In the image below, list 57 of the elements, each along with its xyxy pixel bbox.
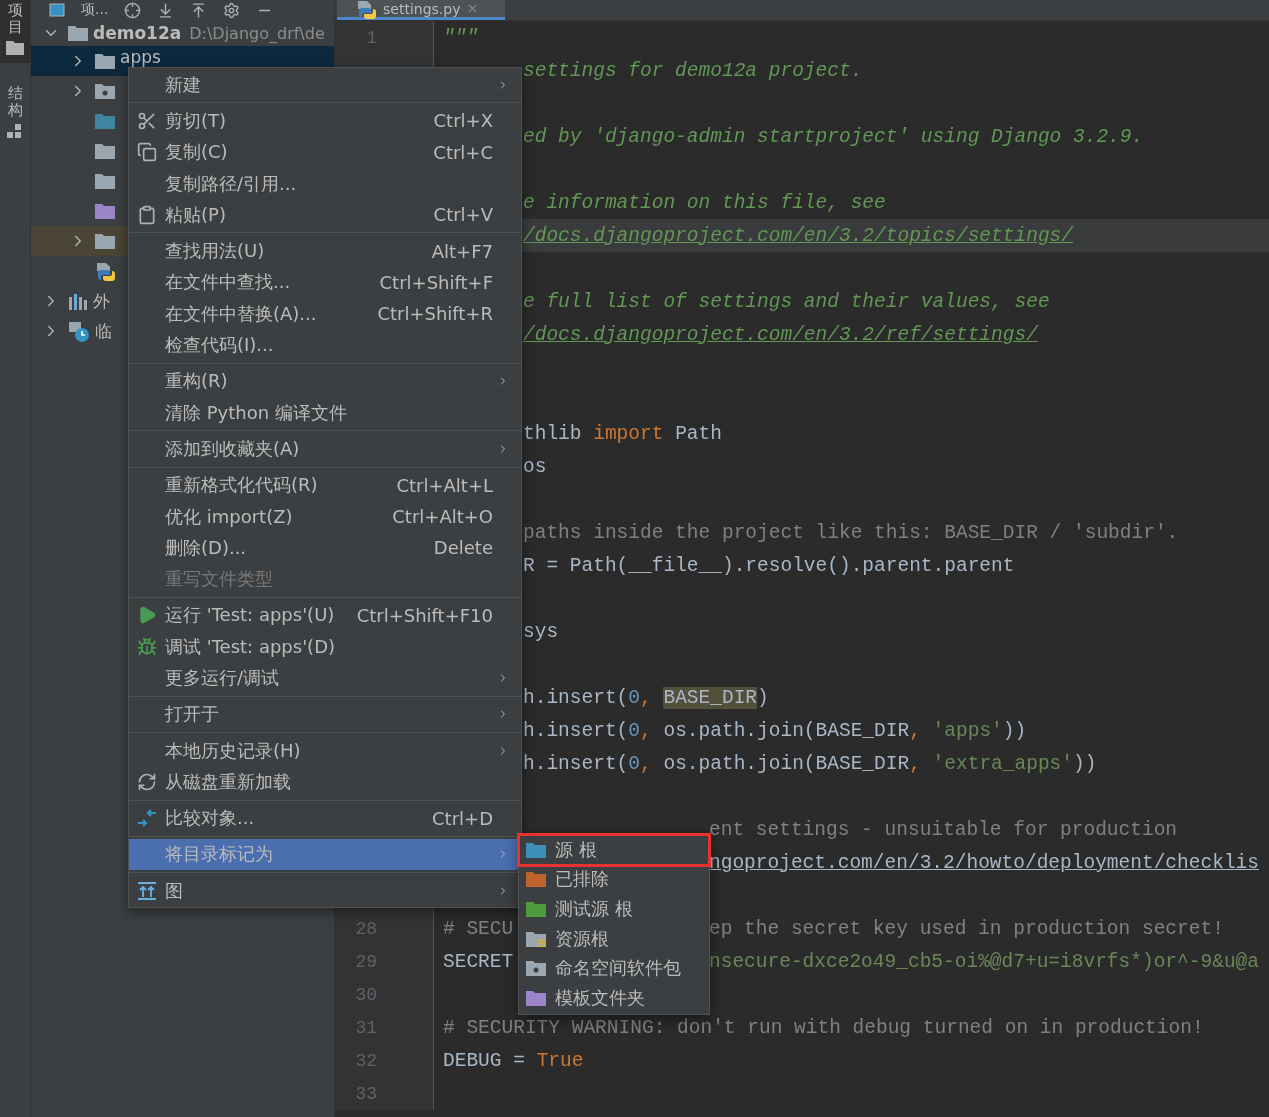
code-token: 0 [628, 719, 641, 742]
code-token: Path [674, 422, 722, 445]
shortcut-text: Ctrl+X [433, 110, 493, 132]
code-token: """ [443, 26, 479, 49]
code-token: os [523, 455, 547, 478]
tree-label: apps [120, 46, 161, 66]
code-token: thlib [523, 422, 583, 445]
code-token: os.path.join(BASE_DIR [663, 719, 910, 742]
code-token: 'apps' [932, 719, 1003, 742]
code-token: SECRET [443, 950, 514, 973]
code-token: ed by 'django-admin startproject' using Django 3.2.9. [523, 125, 1144, 148]
code-token: paths inside the project like this: BASE_DIR / 'subdir'. [523, 521, 1179, 544]
code-token: /docs.djangoproject.com/en/3.2/topics/settings/ [523, 224, 1073, 247]
project-path: D:\Django_drf\de [189, 23, 325, 43]
shortcut-text: Ctrl+Shift+F10 [356, 604, 493, 626]
code-token: /docs.djangoproject.com/en/3.2/ref/settings/ [523, 323, 1038, 346]
code-token: h.insert( [523, 686, 629, 709]
code-token: True [536, 1049, 584, 1072]
code-token: , [640, 752, 653, 775]
code-token: e information on this file, see [523, 191, 886, 214]
code-token: , [909, 752, 922, 775]
shortcut-text: Delete [433, 537, 493, 559]
code-token: import [593, 422, 664, 445]
tree-label: demo12a [93, 24, 182, 42]
code-token: ent settings - unsuitable for production [709, 818, 1178, 841]
shortcut-text: Ctrl+C [433, 141, 493, 163]
code-token: settings for demo12a project. [523, 59, 863, 82]
code-token: # SECU [443, 917, 514, 940]
code-token: )) [1002, 719, 1027, 742]
shortcut-text: Ctrl+V [433, 204, 493, 226]
tree-label: 外 [93, 292, 110, 310]
code-token: )) [1073, 752, 1097, 775]
code-token: ) [757, 686, 769, 709]
code-token: , [640, 719, 653, 742]
code-token: h.insert( [523, 719, 629, 742]
code-token: sys [523, 620, 559, 643]
shortcut-text: Ctrl+Alt+L [396, 474, 493, 496]
code-token: , [909, 719, 922, 742]
code-token: h.insert( [523, 752, 629, 775]
shortcut-text: Ctrl+Shift+F [379, 271, 493, 293]
shortcut-text: Ctrl+Shift+R [377, 303, 493, 325]
code-token: ep the secret key used in production secret! [709, 917, 1224, 940]
code-token: 0 [628, 752, 641, 775]
code-token: 0 [628, 686, 641, 709]
shortcut-text: Ctrl+D [432, 807, 493, 829]
shortcut-text: Alt+F7 [431, 240, 493, 262]
code-token: nsecure-dxce2o49_cb5-oi%@d7+u=i8vrfs*)or^-9&u@a [709, 950, 1259, 973]
code-token: , [640, 686, 653, 709]
shortcut-text: Ctrl+Alt+O [392, 506, 493, 527]
code-token: # SECURITY WARNING: don't run with debug turned on in production! [443, 1016, 1204, 1039]
code-token: DEBUG = [443, 1049, 526, 1072]
tree-label: 临 [95, 322, 112, 340]
code-token: BASE_DIR [663, 686, 758, 709]
code-token: e full list of settings and their values, see [523, 290, 1050, 313]
code-token: os.path.join(BASE_DIR [663, 752, 910, 775]
code-token: R = Path(__file__).resolve().parent.parent [523, 554, 1015, 577]
code-token: 'extra_apps' [932, 752, 1074, 775]
